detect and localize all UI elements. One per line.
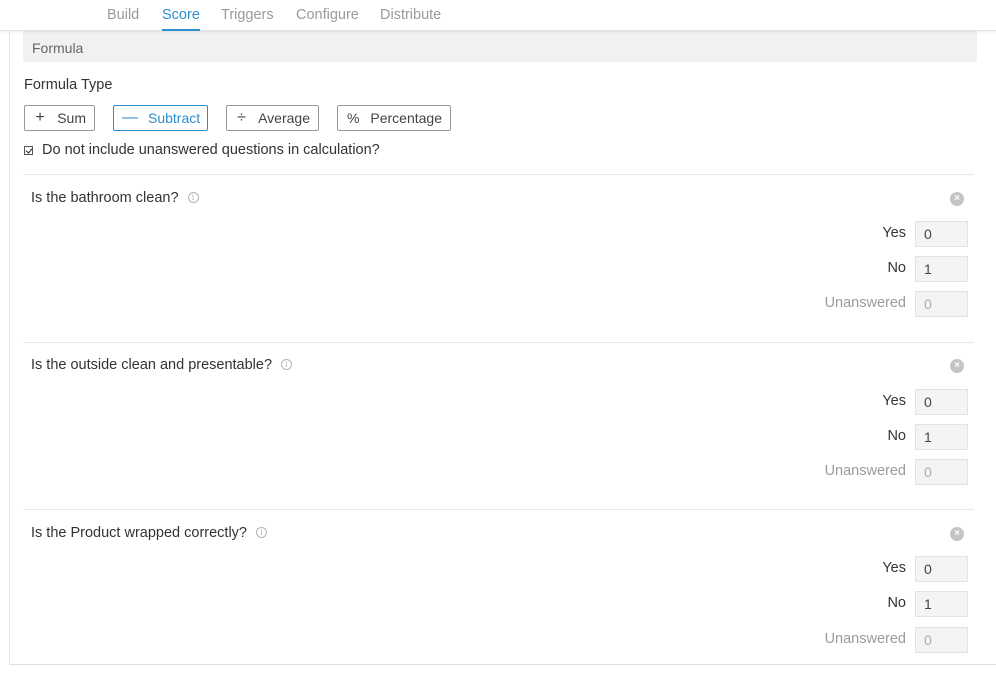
remove-question-icon[interactable]: × [950, 192, 964, 206]
answer-label-no: No [887, 595, 906, 611]
exclude-unanswered-label: Do not include unanswered questions in c… [42, 142, 380, 158]
score-input-no[interactable] [915, 424, 968, 450]
tab-triggers[interactable]: Triggers [221, 7, 274, 29]
score-input-no[interactable] [915, 256, 968, 282]
answer-label-unanswered: Unanswered [824, 463, 906, 479]
answer-label-unanswered: Unanswered [824, 631, 906, 647]
score-input-unanswered[interactable] [915, 291, 968, 317]
sum-button[interactable]: + Sum [24, 105, 95, 131]
formula-type-label: Formula Type [24, 77, 113, 93]
answer-label-no: No [887, 260, 906, 276]
score-input-yes[interactable] [915, 389, 968, 415]
exclude-unanswered-checkbox[interactable] [24, 145, 33, 155]
divider [23, 174, 974, 175]
divide-icon: ÷ [237, 109, 246, 126]
score-panel: Formula Formula Type + Sum — Subtract ÷ … [9, 31, 996, 665]
exclude-unanswered-row: Do not include unanswered questions in c… [24, 142, 380, 158]
remove-question-icon[interactable]: × [950, 359, 964, 373]
answer-label-yes: Yes [882, 560, 906, 576]
question-title: Is the Product wrapped correctly? i [31, 525, 267, 541]
formula-section-header: Formula [23, 31, 977, 62]
plus-icon: + [35, 109, 45, 126]
remove-question-icon[interactable]: × [950, 527, 964, 541]
question-title-text: Is the Product wrapped correctly? [31, 525, 247, 541]
question-title-text: Is the bathroom clean? [31, 190, 179, 206]
question-title-text: Is the outside clean and presentable? [31, 357, 273, 373]
tab-distribute[interactable]: Distribute [380, 7, 441, 29]
info-icon[interactable]: i [187, 192, 199, 203]
percentage-button-label: Percentage [370, 110, 442, 126]
divider [23, 342, 974, 343]
tab-configure[interactable]: Configure [296, 7, 359, 29]
score-input-no[interactable] [915, 591, 968, 617]
sum-button-label: Sum [57, 110, 86, 126]
answer-label-no: No [887, 428, 906, 444]
answer-label-yes: Yes [882, 393, 906, 409]
subtract-button[interactable]: — Subtract [113, 105, 208, 131]
question-title: Is the bathroom clean? i [31, 190, 199, 206]
tab-score[interactable]: Score [162, 7, 200, 31]
info-icon[interactable]: i [256, 527, 267, 538]
info-icon[interactable]: i [281, 359, 293, 370]
question-title: Is the outside clean and presentable? i [31, 357, 293, 373]
score-input-yes[interactable] [915, 556, 968, 582]
score-input-unanswered[interactable] [915, 459, 968, 485]
score-input-yes[interactable] [915, 221, 968, 247]
minus-icon: — [122, 109, 138, 126]
divider [23, 509, 974, 510]
subtract-button-label: Subtract [148, 110, 201, 126]
answer-label-unanswered: Unanswered [824, 295, 906, 311]
average-button-label: Average [258, 110, 310, 126]
score-input-unanswered[interactable] [915, 627, 968, 653]
answer-label-yes: Yes [882, 225, 906, 241]
percentage-button[interactable]: % Percentage [337, 105, 451, 131]
top-nav: Build Score Triggers Configure Distribut… [0, 0, 996, 31]
average-button[interactable]: ÷ Average [226, 105, 319, 131]
percent-icon: % [346, 110, 360, 126]
tab-build[interactable]: Build [107, 7, 139, 29]
